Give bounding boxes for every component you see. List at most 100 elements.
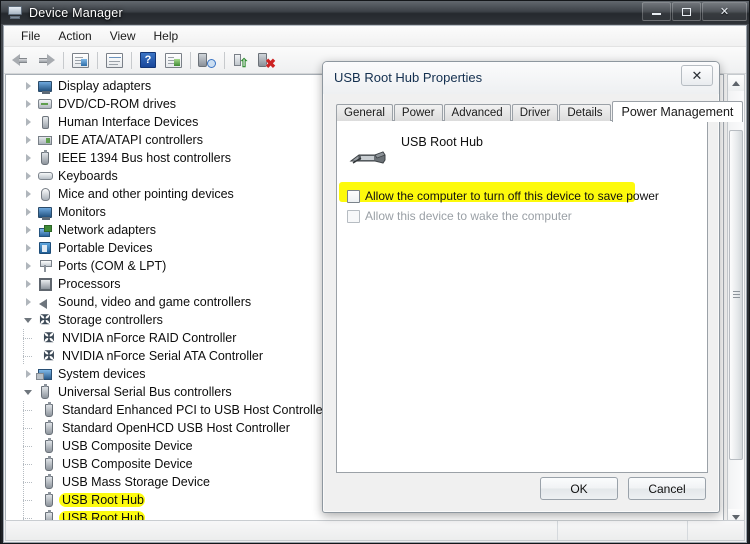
tree-item-label: Storage controllers (58, 313, 163, 327)
tree-item-label: NVIDIA nForce RAID Controller (62, 331, 237, 345)
chevron-right-icon[interactable] (20, 113, 36, 131)
close-button[interactable]: ✕ (702, 2, 747, 21)
tab-power-management[interactable]: Power Management (611, 101, 744, 122)
system-device-icon (36, 366, 54, 382)
help-icon: ? (140, 52, 156, 68)
tree-indent (6, 401, 36, 419)
arrow-left-icon (12, 53, 30, 67)
menu-view[interactable]: View (101, 27, 145, 45)
minimize-button[interactable] (642, 2, 671, 21)
close-icon: ✕ (691, 67, 703, 83)
ok-button[interactable]: OK (540, 477, 618, 500)
update-driver-icon: ⇧ (234, 53, 249, 69)
checkbox-box (347, 209, 360, 223)
chevron-right-icon[interactable] (20, 257, 36, 275)
checkbox-allow-power-off[interactable]: Allow the computer to turn off this devi… (347, 187, 659, 205)
tree-indent (6, 491, 36, 509)
tree-item-label: IDE ATA/ATAPI controllers (58, 133, 203, 147)
menu-file[interactable]: File (12, 27, 49, 45)
properties-button[interactable] (102, 49, 126, 71)
tree-item-label: Mice and other pointing devices (58, 187, 234, 201)
tree-item-label: USB Composite Device (62, 439, 193, 453)
chevron-down-icon[interactable] (20, 311, 36, 329)
chevron-right-icon[interactable] (20, 365, 36, 383)
chevron-right-icon[interactable] (20, 203, 36, 221)
chevron-right-icon[interactable] (20, 185, 36, 203)
chevron-right-icon[interactable] (20, 95, 36, 113)
tree-item-label: Ports (COM & LPT) (58, 259, 167, 273)
tree-item-label: Display adapters (58, 79, 152, 93)
tree-item-label: Processors (58, 277, 121, 291)
statusbar (5, 520, 745, 541)
tab-driver[interactable]: Driver (511, 104, 559, 121)
maximize-button[interactable] (672, 2, 701, 21)
properties-icon (105, 52, 123, 68)
tree-indent (6, 437, 36, 455)
device-manager-screenshot: Device Manager ✕ File Action View Help ?… (0, 0, 750, 544)
show-hide-console-tree-button[interactable] (68, 49, 92, 71)
back-button[interactable] (9, 49, 33, 71)
chevron-right-icon[interactable] (20, 131, 36, 149)
chevron-right-icon[interactable] (20, 149, 36, 167)
tree-item-label: Network adapters (58, 223, 156, 237)
tree-item-label: NVIDIA nForce Serial ATA Controller (62, 349, 264, 363)
chevron-right-icon[interactable] (20, 77, 36, 95)
usb-icon (40, 437, 58, 454)
tab-advanced[interactable]: Advanced (443, 104, 511, 121)
scan-hardware-changes-button[interactable] (195, 49, 219, 71)
tab-details[interactable]: Details (559, 104, 611, 121)
cancel-button[interactable]: Cancel (628, 477, 706, 500)
status-cell-secondary (558, 521, 688, 540)
tree-item-label: Standard OpenHCD USB Host Controller (62, 421, 290, 435)
storage-controller-icon: ✠ (43, 348, 55, 363)
checkbox-label: Allow this device to wake the computer (365, 209, 572, 223)
chevron-right-icon[interactable] (20, 275, 36, 293)
tab-general[interactable]: General (336, 104, 393, 121)
window-title: Device Manager (29, 5, 123, 20)
checkbox-box[interactable] (347, 189, 360, 203)
device-manager-icon (7, 5, 23, 21)
menu-help[interactable]: Help (145, 27, 188, 45)
storage-controller-icon: ✠ (43, 330, 55, 345)
storage-controller-icon: ✠ (39, 312, 51, 327)
disc-drive-icon (36, 96, 54, 112)
tab-power[interactable]: Power (393, 104, 443, 121)
vertical-scrollbar[interactable] (727, 74, 745, 526)
scrollbar-thumb[interactable] (729, 130, 743, 460)
help-button[interactable]: ? (136, 49, 160, 71)
toolbar-separator (224, 51, 225, 69)
window-controls: ✕ (641, 2, 747, 21)
monitor-icon (36, 204, 54, 220)
tree-indent (6, 329, 36, 347)
view-list-button[interactable] (161, 49, 185, 71)
toolbar-separator (63, 51, 64, 69)
sound-icon (36, 294, 54, 310)
chevron-right-icon[interactable] (20, 239, 36, 257)
scroll-up-arrow-icon[interactable] (728, 75, 744, 91)
update-driver-button[interactable]: ⇧ (229, 49, 253, 71)
tree-indent (6, 455, 36, 473)
chevron-down-icon[interactable] (20, 383, 36, 401)
tree-item-label: DVD/CD-ROM drives (58, 97, 177, 111)
dialog-close-button[interactable]: ✕ (681, 65, 713, 86)
chevron-right-icon[interactable] (20, 221, 36, 239)
portable-device-icon (36, 240, 54, 256)
forward-button[interactable] (34, 49, 58, 71)
monitor-icon (36, 78, 54, 94)
toolbar-separator (131, 51, 132, 69)
uninstall-device-button[interactable]: ✖ (254, 49, 278, 71)
network-adapter-icon (36, 222, 54, 238)
arrow-right-icon (37, 53, 55, 67)
menu-action[interactable]: Action (49, 27, 100, 45)
chevron-right-icon[interactable] (20, 167, 36, 185)
chevron-right-icon[interactable] (20, 293, 36, 311)
console-tree-icon (71, 52, 89, 68)
